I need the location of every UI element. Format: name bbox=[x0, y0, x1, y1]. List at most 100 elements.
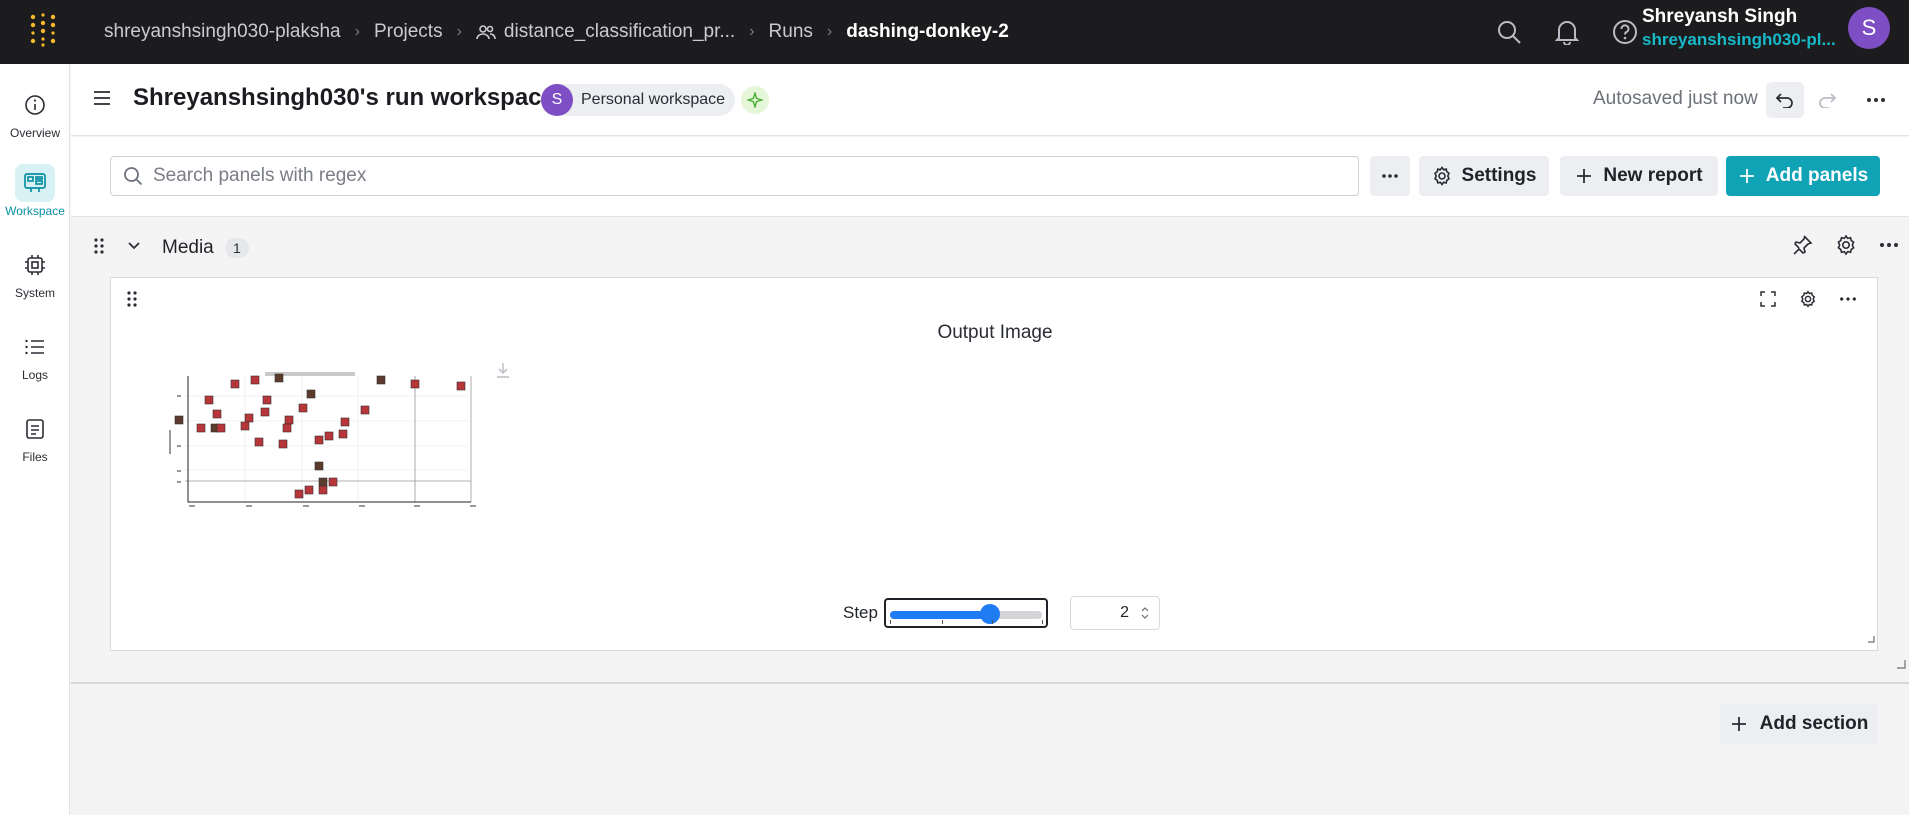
nav-item-system[interactable]: System bbox=[0, 246, 70, 300]
more-icon[interactable] bbox=[1839, 290, 1857, 313]
step-value: 2 bbox=[1120, 604, 1129, 621]
image-sprite bbox=[410, 379, 420, 389]
image-sprite bbox=[278, 439, 288, 449]
pin-icon[interactable] bbox=[1791, 234, 1813, 261]
breadcrumb-entity[interactable]: shreyanshsingh030-plaksha bbox=[104, 21, 341, 43]
image-sprite bbox=[260, 407, 270, 417]
nav-item-workspace[interactable]: Workspace bbox=[0, 164, 70, 218]
user-info[interactable]: Shreyansh Singh shreyanshsingh030-pl... bbox=[1642, 6, 1842, 52]
image-sprite bbox=[204, 395, 214, 405]
resize-handle-icon[interactable] bbox=[1867, 630, 1875, 648]
image-sprite bbox=[240, 421, 250, 431]
chevron-down-icon[interactable] bbox=[127, 238, 141, 256]
download-icon[interactable] bbox=[496, 362, 510, 383]
settings-button[interactable]: Settings bbox=[1419, 156, 1549, 196]
nav-item-files[interactable]: Files bbox=[0, 410, 70, 464]
team-icon bbox=[476, 25, 496, 40]
nav-label: Files bbox=[22, 450, 48, 464]
add-section-label: Add section bbox=[1759, 713, 1869, 734]
top-bar: shreyanshsingh030-plaksha › Projects › d… bbox=[0, 0, 1909, 64]
redo-icon[interactable] bbox=[1808, 82, 1846, 118]
section-count-badge: 1 bbox=[225, 238, 249, 258]
avatar[interactable]: S bbox=[1848, 7, 1890, 49]
section-divider bbox=[71, 682, 1909, 684]
slider-tick bbox=[991, 620, 993, 624]
image-sprite bbox=[376, 375, 386, 385]
gear-icon[interactable] bbox=[1799, 290, 1817, 313]
image-sprite bbox=[298, 403, 308, 413]
undo-icon[interactable] bbox=[1766, 82, 1804, 118]
bell-icon[interactable] bbox=[1551, 12, 1583, 52]
file-icon bbox=[15, 410, 55, 448]
slider-tick bbox=[889, 620, 891, 624]
image-sprite bbox=[216, 423, 226, 433]
nav-item-logs[interactable]: Logs bbox=[0, 328, 70, 382]
slider-tick bbox=[941, 620, 943, 624]
step-slider[interactable] bbox=[883, 598, 1048, 628]
image-sprite bbox=[304, 485, 314, 495]
image-sprite bbox=[230, 379, 240, 389]
add-section-button[interactable]: Add section bbox=[1720, 704, 1878, 744]
plus-icon bbox=[1739, 169, 1754, 183]
autosave-status: Autosaved just now bbox=[1593, 88, 1758, 109]
gear-icon bbox=[1433, 166, 1450, 186]
search-box[interactable] bbox=[110, 156, 1359, 196]
breadcrumb-run[interactable]: dashing-donkey-2 bbox=[846, 21, 1009, 43]
image-sprite bbox=[294, 489, 304, 499]
plus-icon bbox=[1577, 169, 1592, 183]
image-sprite bbox=[284, 415, 294, 425]
image-sprite bbox=[360, 405, 370, 415]
sparkle-icon[interactable] bbox=[741, 86, 769, 114]
breadcrumb: shreyanshsingh030-plaksha › Projects › d… bbox=[104, 0, 1009, 64]
image-sprite bbox=[456, 381, 466, 391]
breadcrumb-runs[interactable]: Runs bbox=[769, 21, 813, 43]
nav-label: Workspace bbox=[5, 204, 65, 218]
breadcrumb-project[interactable]: distance_classification_pr... bbox=[476, 21, 735, 43]
search-icon[interactable] bbox=[1493, 12, 1525, 52]
panel-actions bbox=[1759, 290, 1857, 313]
user-handle: shreyanshsingh030-pl... bbox=[1642, 30, 1836, 49]
breadcrumb-separator-icon: › bbox=[456, 23, 462, 40]
image-sprite bbox=[212, 409, 222, 419]
image-sprite bbox=[318, 477, 328, 487]
hamburger-icon[interactable] bbox=[93, 90, 111, 111]
new-report-button[interactable]: New report bbox=[1560, 156, 1718, 196]
resize-handle-icon[interactable] bbox=[1896, 656, 1906, 674]
more-icon bbox=[1382, 174, 1398, 178]
nav-item-overview[interactable]: Overview bbox=[0, 86, 70, 140]
panel-toolbar: Settings New report Add panels bbox=[71, 137, 1909, 217]
workspace-badge-label: Personal workspace bbox=[581, 91, 726, 108]
left-nav: Overview Workspace System Logs Files bbox=[0, 64, 70, 815]
section-actions bbox=[1791, 234, 1899, 261]
workspace-icon bbox=[15, 164, 55, 202]
media-panel: Output Image Step 2 bbox=[110, 277, 1878, 651]
step-stepper[interactable]: 2 bbox=[1069, 596, 1160, 630]
add-panels-label: Add panels bbox=[1765, 165, 1869, 186]
search-input[interactable] bbox=[153, 165, 1333, 187]
image-sprite bbox=[306, 389, 316, 399]
help-icon[interactable] bbox=[1609, 12, 1641, 52]
add-panels-button[interactable]: Add panels bbox=[1726, 156, 1880, 196]
image-sprite bbox=[254, 437, 264, 447]
breadcrumb-projects[interactable]: Projects bbox=[374, 21, 443, 43]
gear-icon[interactable] bbox=[1835, 234, 1857, 261]
slider-knob[interactable] bbox=[980, 604, 1001, 624]
more-icon[interactable] bbox=[1857, 82, 1895, 118]
top-icons bbox=[1493, 12, 1641, 52]
workspace-badge[interactable]: S Personal workspace bbox=[541, 84, 736, 116]
fullscreen-icon[interactable] bbox=[1759, 290, 1777, 313]
info-icon bbox=[15, 86, 55, 124]
workspace-avatar: S bbox=[541, 84, 573, 116]
spinner-icon[interactable] bbox=[1141, 606, 1149, 620]
toolbar-more-button[interactable] bbox=[1370, 156, 1410, 196]
wandb-logo-icon[interactable] bbox=[26, 13, 60, 47]
output-image[interactable] bbox=[155, 366, 480, 536]
more-icon[interactable] bbox=[1879, 234, 1899, 261]
drag-handle-icon[interactable] bbox=[94, 238, 104, 259]
drag-handle-icon[interactable] bbox=[127, 291, 137, 312]
image-sprite bbox=[314, 435, 324, 445]
workspace-header: Shreyanshsingh030's run workspace S Pers… bbox=[71, 64, 1909, 136]
section-title[interactable]: Media bbox=[162, 237, 214, 259]
breadcrumb-separator-icon: › bbox=[354, 23, 360, 40]
image-sprite bbox=[282, 423, 292, 433]
